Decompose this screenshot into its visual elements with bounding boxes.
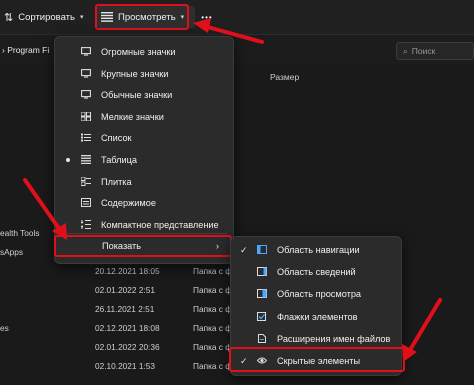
show-menu-item[interactable]: Область просмотра bbox=[231, 283, 401, 305]
compact-icon bbox=[81, 219, 91, 229]
tiles-icon bbox=[81, 176, 91, 186]
search-placeholder: Поиск bbox=[411, 46, 436, 56]
monitor-icon bbox=[81, 47, 91, 56]
view-menu-item[interactable]: Обычные значки bbox=[55, 84, 233, 106]
monitor-icon bbox=[81, 68, 91, 78]
list-item-date: 02.10.2021 1:53 bbox=[95, 360, 155, 371]
command-bar: ⇅ Сортировать ▾ Просмотреть ▾ ••• bbox=[0, 0, 474, 35]
checkbox-icon bbox=[257, 312, 266, 321]
list-item-date: 02.01.2022 2:51 bbox=[95, 285, 155, 295]
list-item-date: 02.01.2022 20:36 bbox=[95, 341, 160, 352]
view-menu-item-label: Таблица bbox=[101, 155, 138, 165]
hidden-items-highlight bbox=[229, 347, 405, 372]
view-menu-item-label: Крупные значки bbox=[101, 68, 169, 79]
list-item-type: Папка с ф bbox=[193, 360, 233, 371]
view-menu: Огромные значки Крупные значки Обычные зна… bbox=[54, 36, 234, 264]
view-menu-item[interactable]: Крупные значки bbox=[55, 63, 233, 85]
chevron-right-icon: › bbox=[216, 241, 219, 251]
view-menu-item-label: Содержимое bbox=[101, 198, 156, 209]
show-menu-item-label: Флажки элементов bbox=[277, 312, 358, 322]
list-item-name: ealth Tools bbox=[0, 228, 40, 239]
view-menu-item[interactable]: Плитка bbox=[55, 171, 233, 193]
search-box[interactable]: ⌕ Поиск bbox=[396, 42, 474, 60]
sort-icon: ⇅ bbox=[4, 11, 14, 24]
view-button-highlight bbox=[95, 4, 189, 30]
details-icon bbox=[81, 155, 91, 164]
show-menu-item[interactable]: Флажки элементов bbox=[231, 306, 401, 328]
list-item-name: es bbox=[0, 322, 9, 333]
view-menu-item-label: Список bbox=[101, 133, 132, 144]
list-item-type: Папка с ф bbox=[193, 303, 233, 314]
selected-dot-icon bbox=[66, 158, 70, 162]
search-icon: ⌕ bbox=[403, 45, 408, 56]
chevron-down-icon: ▾ bbox=[79, 14, 84, 21]
checkmark-icon: ✓ bbox=[240, 244, 248, 255]
menu-separator bbox=[61, 233, 227, 234]
small-grid-icon bbox=[81, 111, 91, 121]
column-header-size[interactable]: Размер bbox=[270, 72, 299, 82]
preview-pane-icon bbox=[257, 289, 267, 298]
nav-pane-icon bbox=[257, 245, 267, 254]
view-menu-item-label: Плитка bbox=[101, 176, 132, 187]
view-menu-item[interactable]: Содержимое bbox=[55, 192, 233, 214]
file-icon bbox=[258, 334, 266, 343]
show-menu-item-label: Область навигации bbox=[277, 245, 360, 255]
list-item-name: sApps bbox=[0, 247, 24, 258]
list-icon bbox=[81, 133, 91, 142]
show-menu-item[interactable]: Показать › bbox=[54, 235, 232, 257]
list-item-type: Папка с ф bbox=[193, 266, 233, 277]
content-icon bbox=[81, 198, 91, 208]
view-menu-item-label: Компактное представление bbox=[101, 219, 219, 230]
list-item-date: 02.12.2021 18:08 bbox=[95, 322, 160, 333]
list-item-date: 26.11.2021 2:51 bbox=[95, 303, 155, 314]
view-menu-item-label: Огромные значки bbox=[101, 47, 176, 57]
show-menu-item-label: Область сведений bbox=[277, 267, 356, 277]
breadcrumb[interactable]: › Program Fi bbox=[2, 45, 49, 55]
monitor-icon bbox=[81, 90, 91, 99]
view-menu-item-label: Мелкие значки bbox=[101, 111, 164, 122]
show-menu-item-label: Расширения имен файлов bbox=[277, 334, 391, 344]
view-menu-item[interactable]: Огромные значки bbox=[55, 41, 233, 63]
more-icon: ••• bbox=[201, 12, 213, 22]
list-item-date: 20.12.2021 18:05 bbox=[95, 266, 160, 277]
sort-label: Сортировать bbox=[18, 11, 75, 23]
list-item-type: Папка с ф bbox=[193, 322, 233, 333]
list-item-type: Папка с ф bbox=[193, 341, 233, 352]
view-menu-item-label: Обычные значки bbox=[101, 90, 173, 101]
sort-button[interactable]: ⇅ Сортировать ▾ bbox=[4, 6, 84, 28]
show-menu-item[interactable]: ✓ Область навигации bbox=[231, 239, 401, 261]
show-menu-item-label: Область просмотра bbox=[277, 289, 362, 299]
view-menu-item[interactable]: Список bbox=[55, 127, 233, 149]
more-options-button[interactable]: ••• bbox=[198, 6, 216, 28]
list-item-type: Папка с ф bbox=[193, 285, 233, 295]
details-pane-icon bbox=[257, 267, 267, 276]
view-menu-item[interactable]: Таблица bbox=[55, 149, 233, 171]
show-label: Показать bbox=[102, 241, 142, 251]
show-menu-item[interactable]: Область сведений bbox=[231, 261, 401, 283]
view-menu-item[interactable]: Мелкие значки bbox=[55, 106, 233, 128]
